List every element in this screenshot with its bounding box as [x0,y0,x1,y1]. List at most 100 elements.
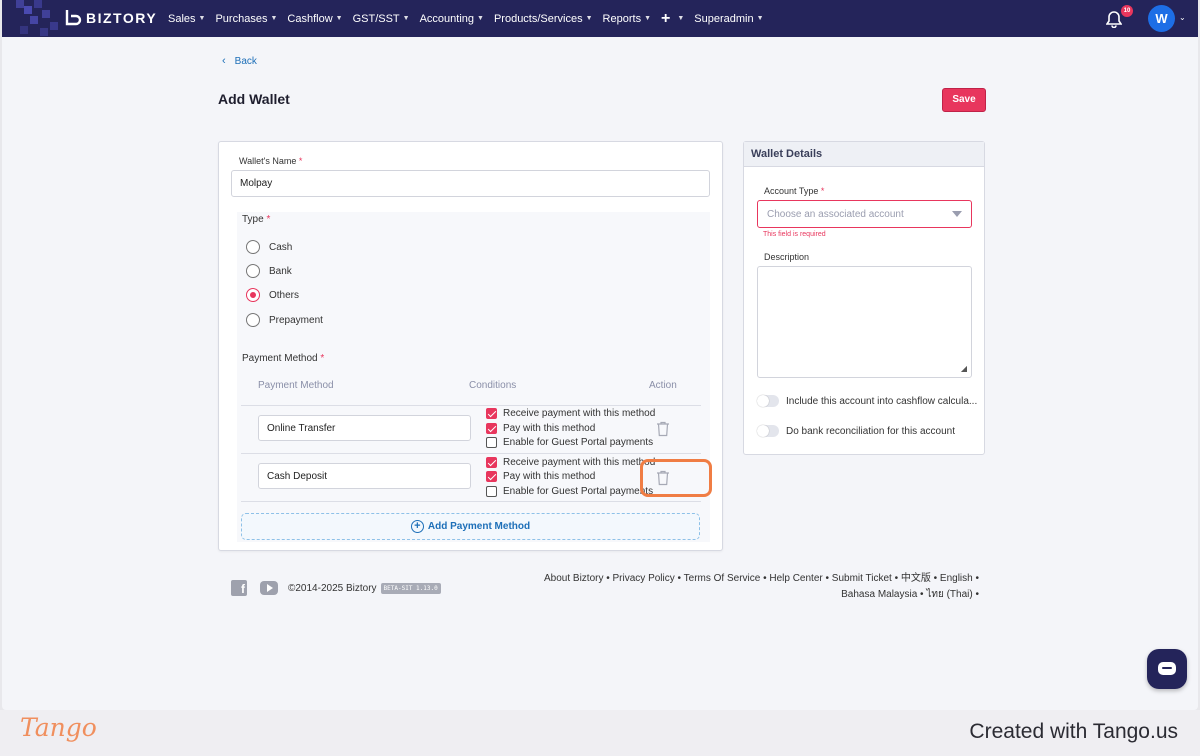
nav-label: Superadmin [694,12,754,25]
condition-guest-portal[interactable]: Enable for Guest Portal payments [486,437,653,448]
chat-bubble-icon [1158,662,1176,675]
nav-superadmin[interactable]: Superadmin ▼ [694,13,763,25]
account-type-label: Account Type * [764,186,824,196]
type-label: Type * [242,214,270,225]
divider [241,405,701,406]
condition-receive[interactable]: Receive payment with this method [486,457,655,468]
required-mark: * [320,353,325,364]
caret-down-icon: ▼ [677,15,685,22]
back-link[interactable]: ‹ Back [222,55,257,67]
footer-links-line[interactable]: Bahasa Malaysia • ไทย (Thai) • [542,587,979,603]
nav-label: Purchases [215,12,268,25]
checkbox-unchecked[interactable] [486,486,497,497]
caret-down-icon: ▼ [402,15,410,22]
description-textarea[interactable]: ◢ [757,266,972,378]
youtube-icon[interactable] [260,581,278,595]
toggle-label: Include this account into cashflow calcu… [786,395,978,407]
save-button[interactable]: Save [942,88,986,112]
toggle-reconcile-row[interactable]: Do bank reconciliation for this account [757,425,955,437]
chevron-down-icon[interactable]: ⌄ [1179,13,1186,22]
version-badge: BETA-SIT 1.13.0 [380,583,441,594]
checkbox-label: Receive payment with this method [503,408,656,419]
col-header-payment-method: Payment Method [258,380,334,391]
radio-circle[interactable] [246,264,260,278]
biztory-logo-icon [65,10,82,26]
condition-pay[interactable]: Pay with this method [486,423,595,434]
nav-gst-sst[interactable]: GST/SST ▼ [353,13,410,25]
col-header-conditions: Conditions [469,380,517,391]
condition-receive[interactable]: Receive payment with this method [486,408,655,419]
condition-pay[interactable]: Pay with this method [486,471,595,482]
checkbox-checked[interactable] [486,408,497,419]
input-value: Cash Deposit [267,470,328,482]
payment-method-label: Payment Method * [242,353,324,364]
select-placeholder: Choose an associated account [767,208,904,220]
checkbox-label: Pay with this method [503,471,596,482]
checkbox-label: Enable for Guest Portal payments [503,437,654,448]
add-payment-method-button[interactable]: + Add Payment Method [241,513,700,540]
radio-bank[interactable]: Bank [246,264,292,278]
payment-method-name-input[interactable]: Cash Deposit [258,463,471,489]
nav-label: Accounting [419,12,475,25]
required-mark: * [266,214,271,225]
radio-label: Others [269,289,300,301]
trash-icon[interactable] [656,421,670,437]
footer-links[interactable]: About Biztory • Privacy Policy • Terms O… [542,571,979,603]
checkbox-checked[interactable] [486,471,497,482]
toggle-switch[interactable] [757,425,779,437]
back-label: Back [234,55,257,67]
top-navbar: BIZTORY Sales ▼ Purchases ▼ Cashflow ▼ GST/… [2,0,1198,37]
checkbox-checked[interactable] [486,457,497,468]
input-value: Molpay [240,178,273,189]
label-text: Account Type [764,186,819,196]
radio-others[interactable]: Others [246,288,299,302]
label-text: Wallet's Name [239,156,297,166]
col-header-action: Action [649,380,677,391]
resize-handle-icon[interactable]: ◢ [961,364,967,373]
user-avatar[interactable]: W [1148,5,1175,32]
radio-label: Cash [269,241,293,253]
radio-circle-selected[interactable] [246,288,260,302]
radio-cash[interactable]: Cash [246,240,292,254]
nav-purchases[interactable]: Purchases ▼ [215,13,277,25]
footer-links-line[interactable]: About Biztory • Privacy Policy • Terms O… [542,571,979,587]
tango-logo: Tango [20,713,97,742]
nav-reports[interactable]: Reports ▼ [603,13,651,25]
account-type-select[interactable]: Choose an associated account [757,200,972,228]
brand-name: BIZTORY [86,10,158,26]
nav-products-services[interactable]: Products/Services ▼ [494,13,593,25]
caret-down-icon: ▼ [756,15,764,22]
radio-label: Prepayment [269,314,323,326]
caret-down-icon: ▼ [477,15,484,22]
facebook-icon[interactable]: f [231,580,247,596]
nav-quick-add[interactable]: + ▼ [661,10,684,28]
checkbox-unchecked[interactable] [486,437,497,448]
condition-guest-portal[interactable]: Enable for Guest Portal payments [486,486,653,497]
payment-method-name-input[interactable]: Online Transfer [258,415,471,441]
caret-down-icon: ▼ [644,15,652,22]
required-mark: * [820,186,825,196]
radio-circle[interactable] [246,240,260,254]
checkbox-checked[interactable] [486,423,497,434]
radio-prepayment[interactable]: Prepayment [246,313,323,327]
nav-label: Products/Services [493,12,583,25]
nav-label: Cashflow [287,12,333,25]
toggle-label: Do bank reconciliation for this account [786,425,955,437]
wallet-details-card: Wallet Details Account Type * Choose an … [743,141,985,455]
toggle-switch[interactable] [757,395,779,407]
caret-down-icon [952,211,962,217]
brand-logo[interactable]: BIZTORY [64,9,157,27]
plus-icon: + [661,9,671,27]
toggle-cashflow-row[interactable]: Include this account into cashflow calcu… [757,395,977,407]
bell-icon[interactable] [1106,10,1122,28]
nav-label: GST/SST [352,12,400,25]
nav-accounting[interactable]: Accounting ▼ [420,13,484,25]
radio-circle[interactable] [246,313,260,327]
wallet-name-input[interactable]: Molpay [231,170,710,197]
nav-sales[interactable]: Sales ▼ [168,13,205,25]
caret-down-icon: ▼ [270,15,278,22]
chat-support-button[interactable] [1147,649,1187,689]
nav-cashflow[interactable]: Cashflow ▼ [287,13,342,25]
copyright-text: ©2014-2025 Biztory [288,583,377,594]
error-message: This field is required [763,231,826,238]
